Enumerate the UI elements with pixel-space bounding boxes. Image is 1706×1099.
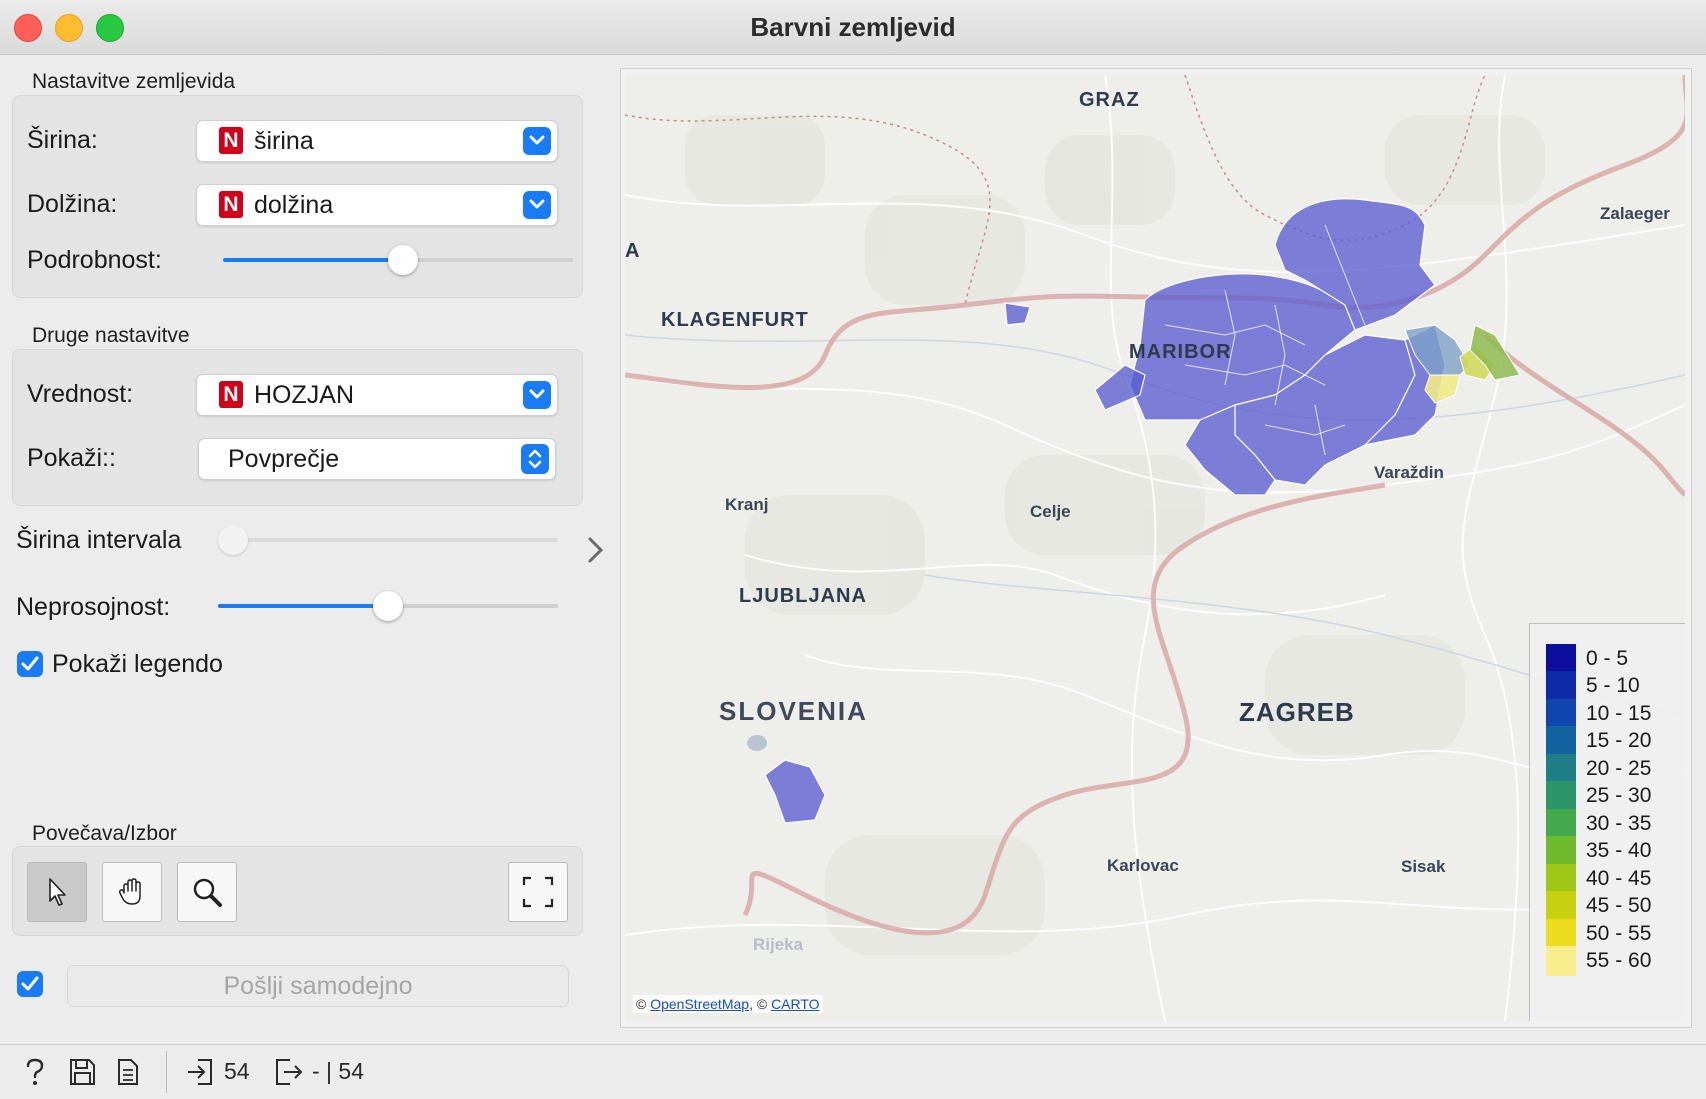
legend-swatch — [1546, 946, 1576, 976]
legend-swatch — [1546, 891, 1576, 921]
city-label: Karlovac — [1107, 856, 1179, 875]
input-icon — [188, 1059, 212, 1085]
longitude-value: dolžina — [254, 191, 334, 219]
map-view[interactable]: GRAZ KLAGENFURT MARIBOR Zalaeger Varaždi… — [625, 75, 1685, 1021]
opacity-slider[interactable] — [218, 591, 558, 621]
chevron-right-icon — [588, 537, 604, 563]
bin-width-label: Širina intervala — [16, 526, 182, 554]
window-title: Barvni zemljevid — [750, 12, 956, 42]
fit-view-button[interactable] — [508, 862, 568, 922]
city-label: Rijeka — [753, 935, 804, 954]
city-label: Varaždin — [1374, 463, 1444, 482]
app-window: Barvni zemljevid Nastavitve zemljevida Š… — [0, 0, 1706, 1099]
legend-swatch — [1546, 754, 1576, 784]
legend-swatch — [1546, 699, 1576, 729]
value-value: HOZJAN — [254, 381, 354, 409]
output-icon — [276, 1059, 303, 1085]
numeric-type-badge: N — [219, 191, 243, 218]
detail-slider[interactable] — [223, 245, 573, 275]
collapse-panel-button[interactable] — [586, 535, 606, 570]
map-settings-label: Nastavitve zemljevida — [32, 70, 236, 93]
value-label: Vrednost: — [27, 380, 134, 408]
legend-swatch — [1546, 726, 1576, 756]
map-frame: GRAZ KLAGENFURT MARIBOR Zalaeger Varaždi… — [620, 68, 1692, 1028]
show-label: Pokaži:: — [27, 444, 116, 472]
input-count: 54 — [224, 1058, 250, 1084]
opacity-slider-handle[interactable] — [373, 591, 403, 621]
help-icon[interactable] — [22, 1057, 48, 1087]
numeric-type-badge: N — [219, 127, 243, 154]
latitude-value: širina — [254, 127, 314, 155]
city-label: GRAZ — [1079, 89, 1140, 111]
city-label: ZAGREB — [1239, 697, 1355, 727]
bin-width-slider-handle[interactable] — [218, 525, 248, 555]
updown-chevron-icon — [521, 444, 549, 474]
output-count: - | 54 — [312, 1058, 364, 1084]
value-combo[interactable]: N HOZJAN — [196, 374, 558, 416]
send-button[interactable]: Pošlji samodejno — [67, 965, 569, 1007]
city-label: A — [625, 240, 641, 262]
legend-swatch — [1546, 864, 1576, 894]
title-bar: Barvni zemljevid — [0, 0, 1706, 55]
detail-label: Podrobnost: — [27, 246, 162, 274]
statusbar-separator — [166, 1051, 167, 1093]
expand-corners-icon — [522, 876, 554, 908]
detail-slider-handle[interactable] — [388, 245, 418, 275]
hand-icon — [118, 878, 141, 905]
chevron-down-icon — [523, 381, 551, 409]
other-settings-label: Druge nastavitve — [32, 324, 190, 347]
city-label: KLAGENFURT — [661, 309, 809, 331]
legend-swatch — [1546, 836, 1576, 866]
country-label: SLOVENIA — [719, 696, 868, 726]
carto-link[interactable]: CARTO — [771, 996, 820, 1012]
legend-swatch — [1546, 809, 1576, 839]
latitude-combo[interactable]: N širina — [196, 120, 558, 162]
zoom-select-group — [12, 846, 583, 936]
chevron-down-icon — [523, 191, 551, 219]
pointer-icon — [49, 878, 66, 906]
map-legend: 0 - 5 5 - 10 10 - 15 15 - 20 20 - 25 25 … — [1529, 623, 1685, 1021]
city-label: Zalaeger — [1600, 204, 1670, 223]
zoom-tool-button[interactable] — [177, 862, 237, 922]
bin-width-slider[interactable] — [218, 525, 558, 555]
chevron-down-icon — [523, 127, 551, 155]
show-combo[interactable]: Povprečje — [198, 438, 556, 480]
pan-tool-button[interactable] — [102, 862, 162, 922]
select-tool-button[interactable] — [27, 862, 87, 922]
send-auto-checkbox[interactable] — [17, 971, 43, 997]
other-settings-group: Vrednost: N HOZJAN Pokaži:: Povprečje — [12, 349, 583, 506]
map-attribution: © OpenStreetMap, © CARTO — [633, 995, 823, 1013]
zoom-select-label: Povečava/Izbor — [32, 822, 177, 845]
latitude-label: Širina: — [27, 126, 98, 154]
status-bar: 54 - | 54 — [0, 1044, 1706, 1099]
legend-swatch — [1546, 919, 1576, 949]
openstreetmap-link[interactable]: OpenStreetMap — [650, 996, 749, 1012]
city-label: Sisak — [1401, 857, 1446, 876]
map-background — [625, 75, 1685, 1021]
longitude-label: Dolžina: — [27, 190, 118, 218]
city-label: Kranj — [725, 495, 769, 514]
opacity-label: Neprosojnost: — [16, 593, 171, 621]
legend-swatch — [1546, 644, 1576, 674]
city-label: LJUBLJANA — [739, 585, 867, 607]
show-value: Povprečje — [228, 445, 340, 473]
legend-swatch — [1546, 781, 1576, 811]
city-label: Celje — [1030, 502, 1071, 521]
legend-swatch — [1546, 671, 1576, 701]
longitude-combo[interactable]: N dolžina — [196, 184, 558, 226]
city-label: MARIBOR — [1129, 341, 1232, 363]
magnifier-icon — [193, 878, 222, 907]
show-legend-checkbox[interactable] — [17, 651, 43, 677]
save-icon[interactable] — [68, 1057, 96, 1087]
report-icon[interactable] — [116, 1057, 140, 1087]
show-legend-label: Pokaži legendo — [52, 650, 223, 678]
numeric-type-badge: N — [219, 381, 243, 408]
map-settings-group: Širina: N širina Dolžina: N dolžina Podr… — [12, 95, 583, 298]
